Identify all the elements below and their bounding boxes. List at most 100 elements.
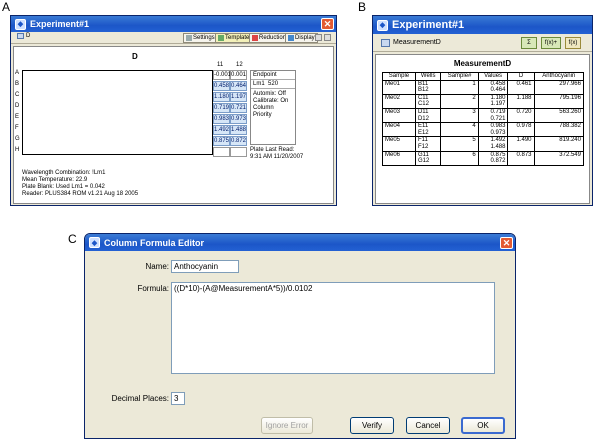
panel-label-a: A xyxy=(2,0,11,14)
value-cell: 1.488 xyxy=(477,143,509,152)
well-cell[interactable]: 0.721 xyxy=(230,103,247,113)
decimal-places-label: Decimal Places: xyxy=(111,394,169,403)
well-cell[interactable]: 0.458 xyxy=(213,81,230,91)
name-input[interactable]: Anthocyanin xyxy=(171,260,239,273)
settings-label: Settings xyxy=(193,35,215,41)
d-cell: 1.490 xyxy=(507,136,535,144)
ok-button[interactable]: OK xyxy=(461,417,505,434)
value-cell: 0.719 xyxy=(477,107,509,116)
well-cell: D12 xyxy=(414,115,442,123)
template-button[interactable]: Template xyxy=(215,33,253,43)
anthocyanin-cell: 788.382 xyxy=(533,122,584,130)
well-cell[interactable]: 0.973 xyxy=(230,114,247,124)
wavelength-value: 520 xyxy=(268,81,279,87)
decimal-places-input[interactable]: 3 xyxy=(171,392,185,405)
formula-input[interactable]: ((D*10)-(A@MeasurementA*5))/0.0102 xyxy=(171,282,495,374)
reduction-label: Reduction xyxy=(259,35,287,41)
table-row[interactable]: Me06 G11 6 0.875 0.873 372.549 xyxy=(382,150,584,159)
well-cell[interactable]: 0.464 xyxy=(230,81,247,91)
table-row[interactable]: Me04 E11 4 0.983 0.978 788.382 xyxy=(382,122,584,130)
table-row[interactable]: G12 0.872 xyxy=(382,158,584,166)
value-cell: 0.721 xyxy=(477,115,509,123)
well-cell[interactable]: 1.197 xyxy=(230,92,247,102)
table-row[interactable]: Me02 C11 2 1.180 1.188 795.196 xyxy=(382,93,584,102)
well-cell[interactable]: 0.983 xyxy=(213,114,230,124)
value-cell: 0.983 xyxy=(477,122,509,130)
anthocyanin-cell: 563.260 xyxy=(533,107,584,116)
d-cell: 0.461 xyxy=(507,79,535,88)
table-row[interactable]: C12 1.197 xyxy=(382,101,584,109)
anthocyanin-cell: 297.966 xyxy=(533,79,584,88)
value-cell: 0.464 xyxy=(477,87,509,95)
table-title: MeasurementD xyxy=(453,59,512,68)
window-titlebar[interactable]: ◆ Experiment#1 xyxy=(11,16,336,32)
info-line: Wavelength Combination: !Lm1 xyxy=(22,170,106,176)
extra-tool-icon-2[interactable] xyxy=(324,34,331,41)
template-icon xyxy=(218,35,224,41)
info-line: Mean Temperature: 22.9 xyxy=(22,177,88,183)
well-cell[interactable]: 1.488 xyxy=(230,125,247,135)
summary-button[interactable]: Σ xyxy=(521,37,537,49)
table-row[interactable]: Me05 F11 5 1.492 1.490 819.240 xyxy=(382,136,584,144)
table-row[interactable]: Me03 D11 3 0.719 0.720 563.260 xyxy=(382,107,584,116)
col-header-11: 11 xyxy=(217,62,224,68)
sample-num-cell: 3 xyxy=(440,107,479,116)
well-cell[interactable]: 0.875 xyxy=(213,136,230,146)
verify-button[interactable]: Verify xyxy=(350,417,394,434)
reduction-button[interactable]: Reduction xyxy=(249,33,290,43)
row-label: E xyxy=(15,114,20,120)
plate-toolbar: D Settings Template Reduction Display xyxy=(11,32,336,44)
plate-last-read-value: 9:31 AM 11/20/2007 xyxy=(250,154,304,160)
add-column-formula-button[interactable]: f(x)+ xyxy=(541,37,561,49)
table-row[interactable]: F12 1.488 xyxy=(382,143,584,152)
info-line: Plate Blank: Used Lm1 = 0.042 xyxy=(22,184,105,190)
measurement-icon xyxy=(381,38,390,47)
measurement-title[interactable]: MeasurementD xyxy=(393,39,441,46)
app-icon: ◆ xyxy=(15,18,26,30)
well-cell[interactable] xyxy=(213,147,230,157)
extra-tool-icon-1[interactable] xyxy=(315,34,322,41)
col-header-values[interactable]: Values xyxy=(477,72,509,81)
plate-tab[interactable]: D xyxy=(17,33,30,39)
well-cell: F11 xyxy=(414,136,442,144)
well-cell: F12 xyxy=(414,143,442,152)
table-row[interactable]: Me01 B11 1 0.458 0.461 297.966 xyxy=(382,79,584,88)
col-header-d[interactable]: D xyxy=(507,72,535,81)
display-button[interactable]: Display xyxy=(285,33,318,43)
well-cell[interactable]: -0.001 xyxy=(213,70,231,80)
template-label: Template xyxy=(225,35,250,41)
value-cell: 0.458 xyxy=(477,79,509,88)
col-header-sample[interactable]: Sample xyxy=(382,72,416,81)
settings-button[interactable]: Settings xyxy=(183,33,218,43)
well-cell[interactable]: 0.872 xyxy=(230,136,247,146)
calibrate-status: Calibrate: On xyxy=(253,98,289,104)
window-titlebar[interactable]: ◆ Experiment#1 xyxy=(373,16,592,34)
well-cell[interactable]: 0.001 xyxy=(230,70,247,80)
row-label: F xyxy=(15,125,19,131)
close-button[interactable]: ✕ xyxy=(321,18,334,30)
well-cell[interactable]: 1.180 xyxy=(213,92,230,102)
table-row[interactable]: E12 0.973 xyxy=(382,129,584,137)
col-header-sample-num[interactable]: Sample# xyxy=(440,72,479,81)
well-cell[interactable]: 0.719 xyxy=(213,103,230,113)
well-cell[interactable]: 1.492 xyxy=(213,125,230,135)
col-header-anthocyanin[interactable]: Anthocyanin xyxy=(533,72,584,81)
col-header-wells[interactable]: Wells xyxy=(414,72,442,81)
cancel-button[interactable]: Cancel xyxy=(406,417,450,434)
table-row[interactable]: D12 0.721 xyxy=(382,115,584,123)
value-cell: 1.180 xyxy=(477,93,509,102)
panel-label-c: C xyxy=(68,232,77,246)
table-row[interactable]: B12 0.464 xyxy=(382,87,584,95)
close-button[interactable]: ✕ xyxy=(500,237,513,249)
plate-grid[interactable] xyxy=(22,70,213,155)
sample-cell: Me06 xyxy=(382,150,416,159)
column-formula-button[interactable]: f(x) xyxy=(565,37,581,49)
formula-label: Formula: xyxy=(137,284,169,293)
dialog-titlebar[interactable]: ◆ Column Formula Editor xyxy=(85,234,515,251)
well-cell[interactable] xyxy=(230,147,247,157)
well-cell: B11 xyxy=(414,79,442,88)
app-icon: ◆ xyxy=(89,237,100,248)
plate-last-read: Plate Last Read: 9:31 AM 11/20/2007 xyxy=(250,147,303,161)
value-cell: 0.872 xyxy=(477,158,509,166)
ignore-error-button[interactable]: Ignore Error xyxy=(261,417,313,434)
